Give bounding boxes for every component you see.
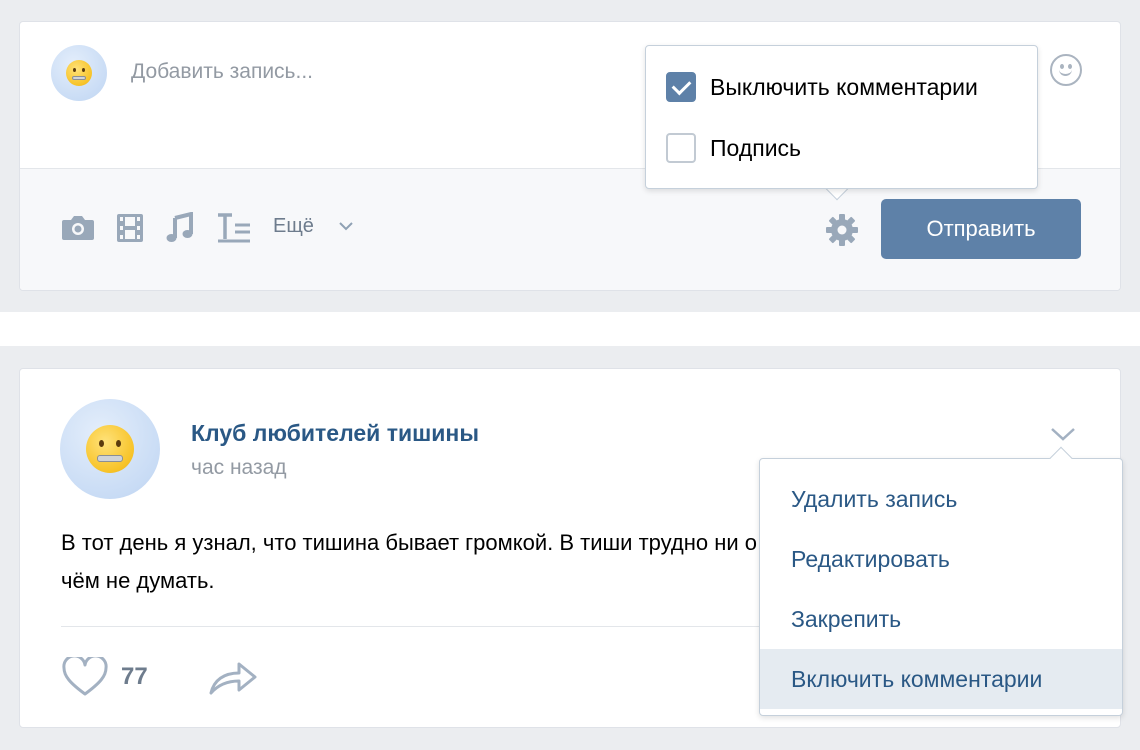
chevron-down-icon[interactable] <box>338 220 354 232</box>
more-attachments-button[interactable]: Ещё <box>273 215 314 238</box>
send-button[interactable]: Отправить <box>881 199 1081 259</box>
settings-popup: Выключить комментарии Подпись <box>645 45 1038 189</box>
camera-icon[interactable] <box>60 212 96 244</box>
settings-gear-icon[interactable] <box>825 213 859 247</box>
zipper-mouth-emoji-icon <box>86 425 134 473</box>
disable-comments-checkbox[interactable] <box>666 72 696 102</box>
like-heart-icon[interactable] <box>62 657 108 697</box>
music-icon[interactable] <box>165 212 195 244</box>
text-format-icon[interactable] <box>216 212 252 244</box>
user-avatar <box>51 45 107 101</box>
community-avatar[interactable] <box>60 399 160 499</box>
post-author-link[interactable]: Клуб любителей тишины <box>191 420 479 447</box>
share-arrow-icon[interactable] <box>208 658 258 696</box>
menu-item-delete-post[interactable]: Удалить запись <box>760 469 1122 529</box>
disable-comments-option[interactable]: Выключить комментарии <box>666 72 978 102</box>
disable-comments-label[interactable]: Выключить комментарии <box>710 74 978 101</box>
post-actions-menu: Удалить запись Редактировать Закрепить В… <box>759 458 1123 716</box>
menu-item-pin[interactable]: Закрепить <box>760 589 1122 649</box>
post-input-placeholder[interactable]: Добавить запись... <box>131 60 313 84</box>
menu-item-enable-comments[interactable]: Включить комментарии <box>760 649 1122 709</box>
signature-label[interactable]: Подпись <box>710 135 801 162</box>
like-count: 77 <box>121 663 148 690</box>
video-icon[interactable] <box>115 212 145 244</box>
post-text: В тот день я узнал, что тишина бывает гр… <box>61 530 758 593</box>
post-timestamp[interactable]: час назад <box>191 456 287 480</box>
zipper-mouth-emoji-icon <box>66 60 92 86</box>
menu-item-edit[interactable]: Редактировать <box>760 529 1122 589</box>
emoji-picker-icon[interactable] <box>1050 54 1082 86</box>
signature-checkbox[interactable] <box>666 133 696 163</box>
post-actions-chevron-icon[interactable] <box>1049 425 1077 443</box>
signature-option[interactable]: Подпись <box>666 133 801 163</box>
